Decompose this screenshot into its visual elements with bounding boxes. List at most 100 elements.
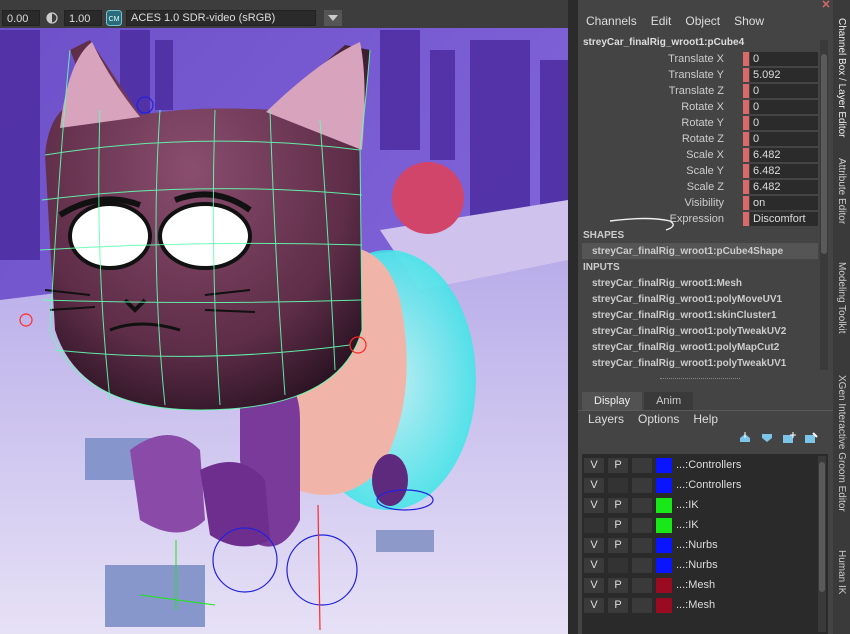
layer-display-type-toggle[interactable] xyxy=(632,538,652,553)
channel-value-field[interactable]: Discomfort xyxy=(750,212,818,226)
layer-row[interactable]: P ...:IK xyxy=(584,517,816,535)
channel-value-field[interactable]: 0 xyxy=(750,132,818,146)
layer-row[interactable]: V ...:Controllers xyxy=(584,477,816,495)
move-layer-down-icon[interactable] xyxy=(760,432,774,444)
input-node-item[interactable]: streyCar_finalRig_wroot1:skinCluster1 xyxy=(592,310,777,321)
menu-options[interactable]: Options xyxy=(638,412,679,426)
menu-edit[interactable]: Edit xyxy=(651,14,672,28)
layer-display-type-toggle[interactable] xyxy=(632,478,652,493)
layer-playback-toggle[interactable]: P xyxy=(608,598,628,613)
channel-value-field[interactable]: 0 xyxy=(750,100,818,114)
input-node-item[interactable]: streyCar_finalRig_wroot1:Mesh xyxy=(592,278,742,289)
menu-channels[interactable]: Channels xyxy=(586,14,637,28)
3d-viewport[interactable]: 0.00 1.00 CM ACES 1.0 SDR-video (sRGB) xyxy=(0,0,568,634)
tab-anim[interactable]: Anim xyxy=(644,392,694,410)
resize-grip[interactable] xyxy=(660,378,740,379)
channel-row[interactable]: Scale Z 6.482 xyxy=(578,179,818,195)
scrollbar-thumb[interactable] xyxy=(821,54,827,254)
channel-row[interactable]: Scale X 6.482 xyxy=(578,147,818,163)
layer-display-type-toggle[interactable] xyxy=(632,598,652,613)
layer-playback-toggle[interactable]: P xyxy=(608,458,628,473)
layer-color-swatch[interactable] xyxy=(656,598,672,613)
input-node-item[interactable]: streyCar_finalRig_wroot1:polyMapCut2 xyxy=(592,342,779,353)
menu-object[interactable]: Object xyxy=(685,14,720,28)
gamma-toggle-icon[interactable] xyxy=(44,10,60,26)
menu-show[interactable]: Show xyxy=(734,14,764,28)
tab-display[interactable]: Display xyxy=(582,392,643,410)
layer-color-swatch[interactable] xyxy=(656,558,672,573)
gamma-field[interactable]: 1.00 xyxy=(64,10,102,26)
channel-value-field[interactable]: 0 xyxy=(750,52,818,66)
layer-row[interactable]: V P ...:IK xyxy=(584,497,816,515)
layer-playback-toggle[interactable]: P xyxy=(608,498,628,513)
tab-attribute-editor[interactable]: Attribute Editor xyxy=(833,158,850,248)
layer-visibility-toggle[interactable]: V xyxy=(584,478,604,493)
layer-row[interactable]: V P ...:Mesh xyxy=(584,597,816,615)
input-node-item[interactable]: streyCar_finalRig_wroot1:polyMoveUV1 xyxy=(592,294,782,305)
layer-visibility-toggle[interactable]: V xyxy=(584,558,604,573)
channel-row[interactable]: Rotate Y 0 xyxy=(578,115,818,131)
layer-visibility-toggle[interactable]: V xyxy=(584,598,604,613)
layer-playback-toggle[interactable] xyxy=(608,558,628,573)
channel-value-field[interactable]: 6.482 xyxy=(750,148,818,162)
tab-human-ik[interactable]: Human IK xyxy=(833,550,850,610)
layer-row[interactable]: V P ...:Controllers xyxy=(584,457,816,475)
channel-value-field[interactable]: 0 xyxy=(750,116,818,130)
layer-color-swatch[interactable] xyxy=(656,498,672,513)
channel-row[interactable]: Rotate X 0 xyxy=(578,99,818,115)
color-space-dropdown-arrow[interactable] xyxy=(324,10,342,26)
layer-color-swatch[interactable] xyxy=(656,458,672,473)
channel-value-field[interactable]: 0 xyxy=(750,84,818,98)
layer-playback-toggle[interactable]: P xyxy=(608,518,628,533)
move-layer-up-icon[interactable] xyxy=(738,432,752,444)
tab-channel-box-layer-editor[interactable]: Channel Box / Layer Editor xyxy=(833,18,850,153)
channel-row[interactable]: Visibility on xyxy=(578,195,818,211)
channel-box-scrollbar[interactable] xyxy=(820,40,828,370)
layer-row[interactable]: V P ...:Mesh xyxy=(584,577,816,595)
input-node-item[interactable]: streyCar_finalRig_wroot1:polyTweakUV2 xyxy=(592,326,786,337)
layer-color-swatch[interactable] xyxy=(656,578,672,593)
layer-display-type-toggle[interactable] xyxy=(632,458,652,473)
channel-value-field[interactable]: 5.092 xyxy=(750,68,818,82)
layer-visibility-toggle[interactable]: V xyxy=(584,538,604,553)
close-icon[interactable] xyxy=(820,0,832,8)
layer-color-swatch[interactable] xyxy=(656,518,672,533)
layer-playback-toggle[interactable] xyxy=(608,478,628,493)
layer-visibility-toggle[interactable] xyxy=(584,518,604,533)
tab-xgen-groom-editor[interactable]: XGen Interactive Groom Editor xyxy=(833,375,850,535)
exposure-field[interactable]: 0.00 xyxy=(2,10,40,26)
panel-splitter[interactable] xyxy=(568,0,578,634)
layer-visibility-toggle[interactable]: V xyxy=(584,458,604,473)
layer-row[interactable]: V P ...:Nurbs xyxy=(584,537,816,555)
layer-row[interactable]: V ...:Nurbs xyxy=(584,557,816,575)
layer-display-type-toggle[interactable] xyxy=(632,578,652,593)
channel-row[interactable]: Translate X 0 xyxy=(578,51,818,67)
new-layer-icon[interactable] xyxy=(782,432,796,444)
menu-layers[interactable]: Layers xyxy=(588,412,624,426)
channel-row[interactable]: Scale Y 6.482 xyxy=(578,163,818,179)
layer-color-swatch[interactable] xyxy=(656,478,672,493)
layer-visibility-toggle[interactable]: V xyxy=(584,498,604,513)
color-space-dropdown[interactable]: ACES 1.0 SDR-video (sRGB) xyxy=(126,10,316,26)
input-node-item[interactable]: streyCar_finalRig_wroot1:polyTweakUV1 xyxy=(592,358,786,369)
color-management-icon[interactable]: CM xyxy=(106,10,122,26)
scrollbar-thumb[interactable] xyxy=(819,462,825,592)
new-layer-from-selection-icon[interactable] xyxy=(804,432,818,444)
channel-row[interactable]: Translate Z 0 xyxy=(578,83,818,99)
shape-item[interactable]: streyCar_finalRig_wroot1:pCube4Shape xyxy=(592,246,783,257)
layer-playback-toggle[interactable]: P xyxy=(608,538,628,553)
layer-list-scrollbar[interactable] xyxy=(818,456,826,632)
channel-row[interactable]: Rotate Z 0 xyxy=(578,131,818,147)
channel-value-field[interactable]: 6.482 xyxy=(750,180,818,194)
layer-display-type-toggle[interactable] xyxy=(632,518,652,533)
layer-color-swatch[interactable] xyxy=(656,538,672,553)
tab-modeling-toolkit[interactable]: Modeling Toolkit xyxy=(833,262,850,352)
channel-value-field[interactable]: on xyxy=(750,196,818,210)
layer-visibility-toggle[interactable]: V xyxy=(584,578,604,593)
channel-value-field[interactable]: 6.482 xyxy=(750,164,818,178)
layer-display-type-toggle[interactable] xyxy=(632,498,652,513)
layer-playback-toggle[interactable]: P xyxy=(608,578,628,593)
menu-help[interactable]: Help xyxy=(693,412,718,426)
channel-row[interactable]: Translate Y 5.092 xyxy=(578,67,818,83)
layer-display-type-toggle[interactable] xyxy=(632,558,652,573)
